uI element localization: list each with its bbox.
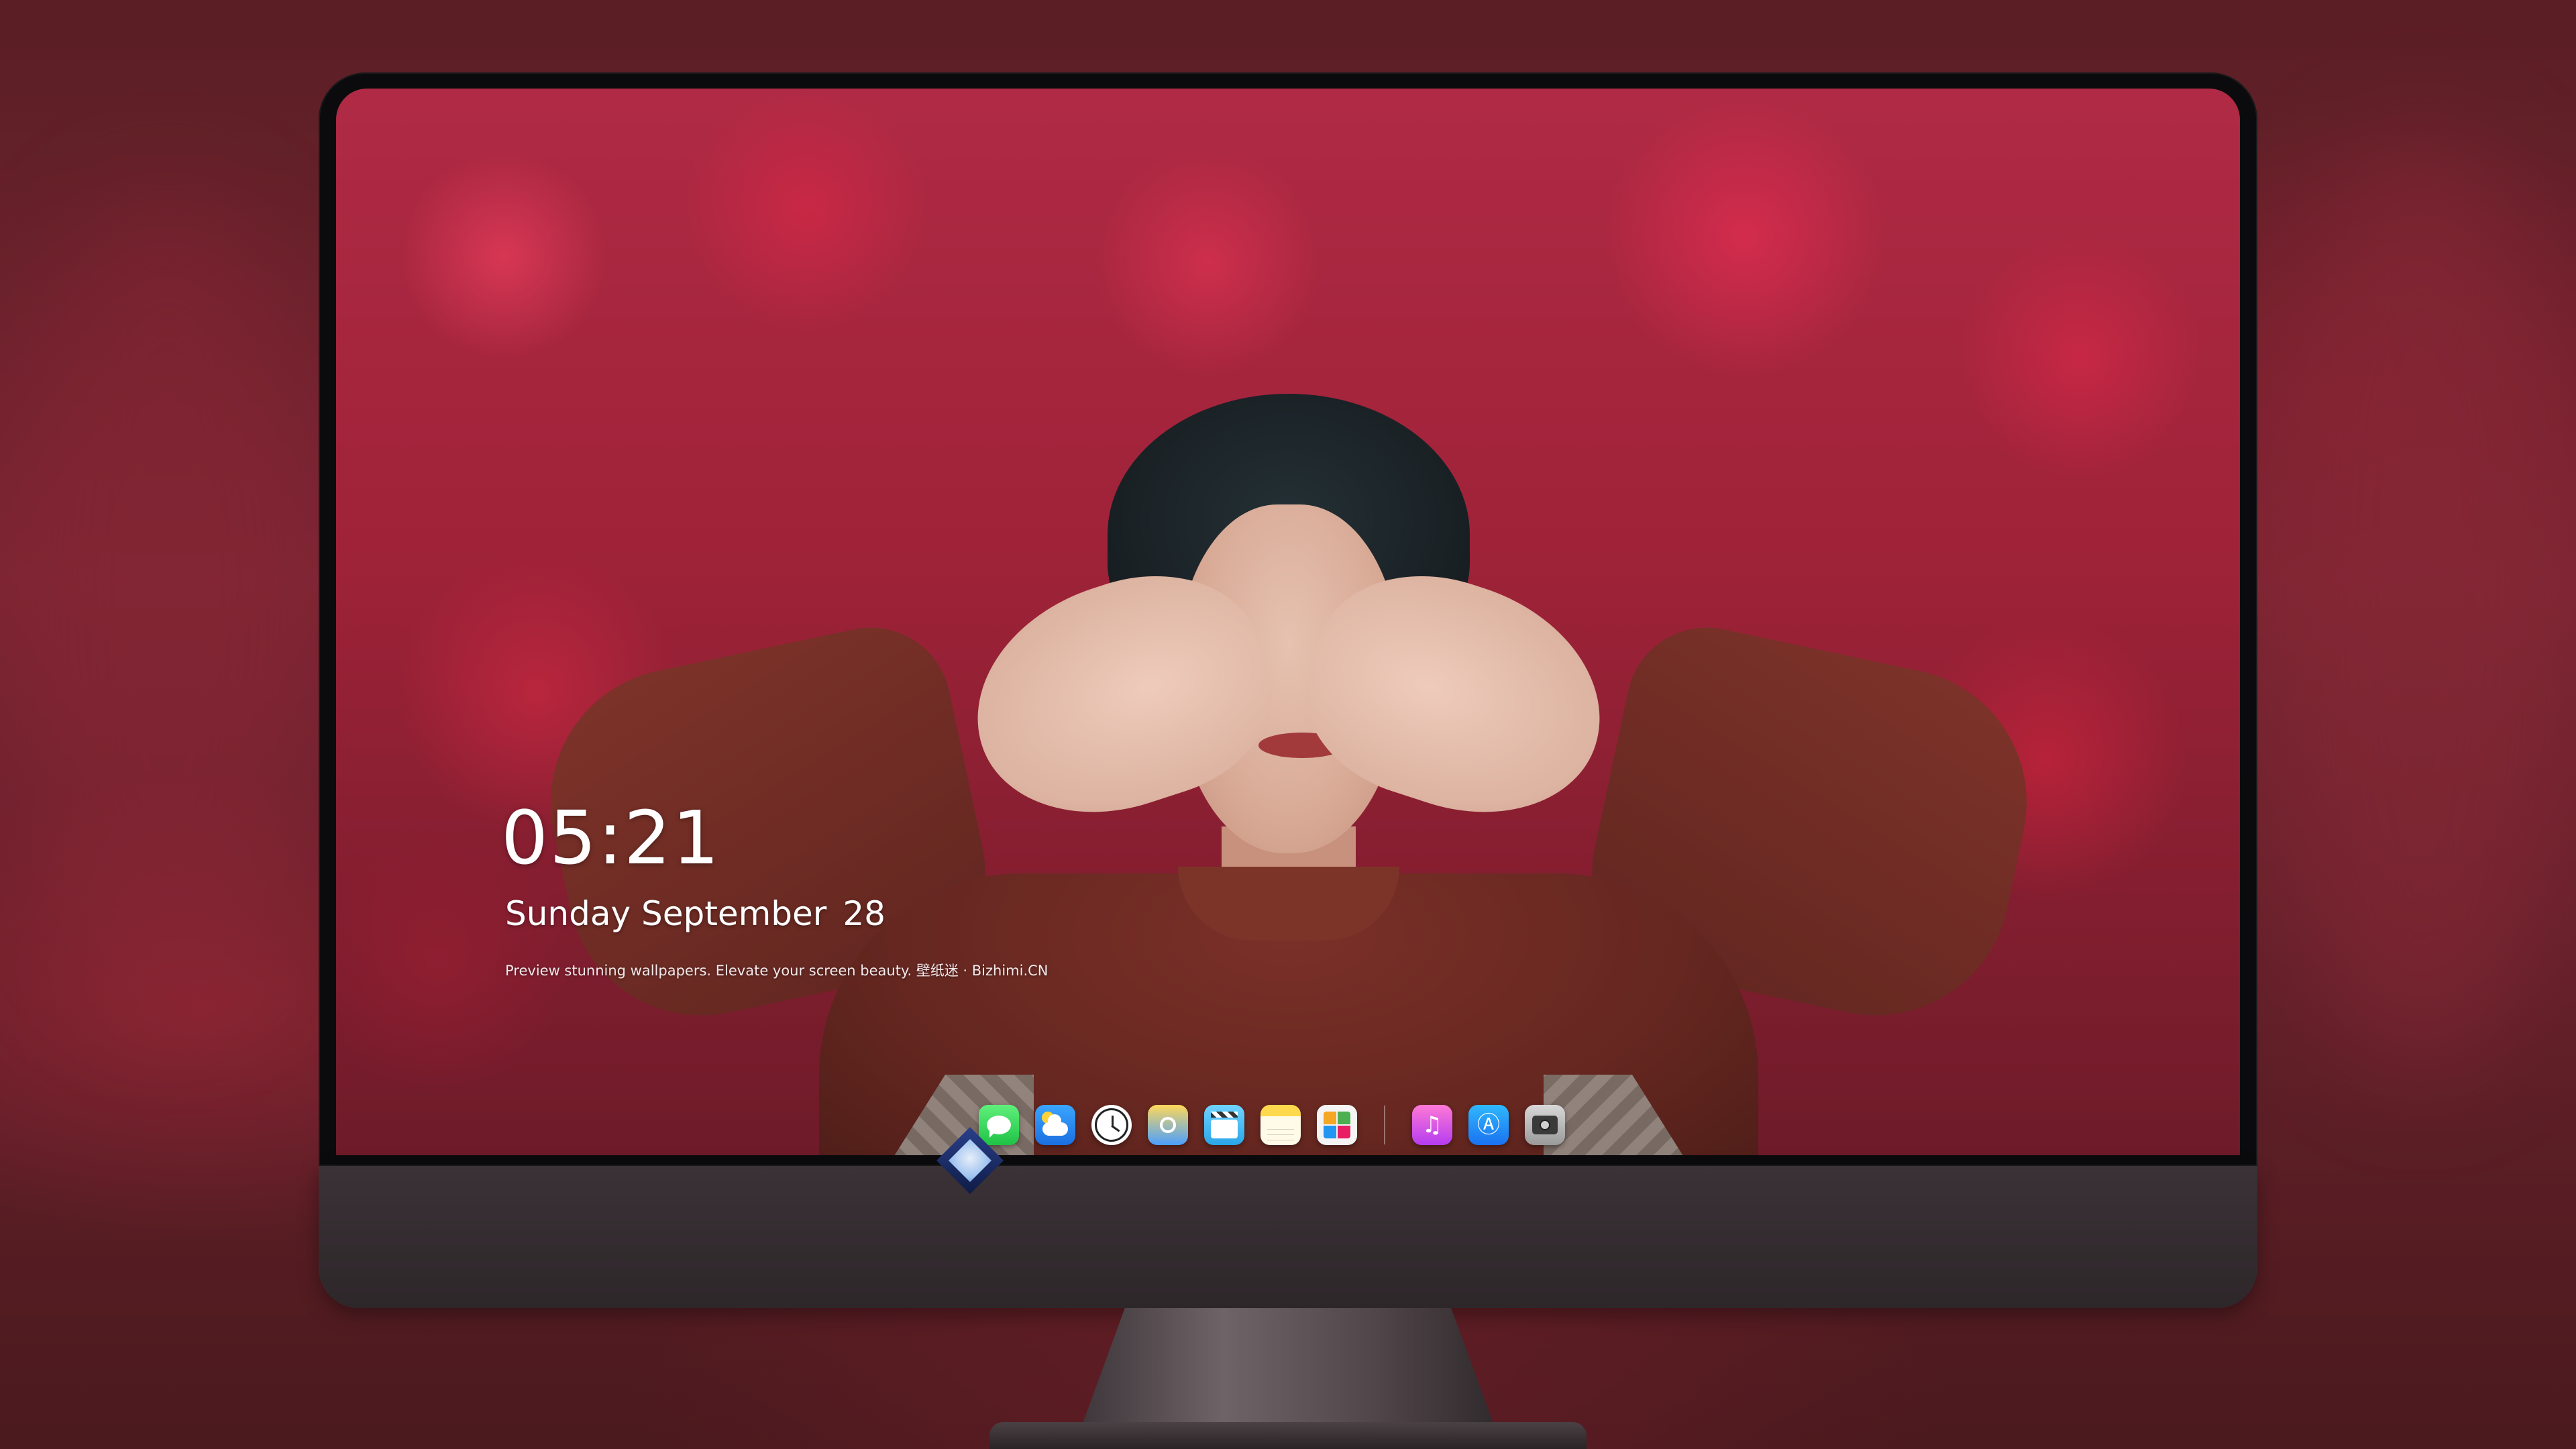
dock-separator — [1384, 1106, 1385, 1144]
screen[interactable]: 05:21 Sunday September 28 Preview stunnin… — [336, 89, 2240, 1155]
notes-icon[interactable] — [1260, 1105, 1301, 1145]
app-store-icon[interactable]: Ⓐ — [1468, 1105, 1509, 1145]
clock-icon[interactable] — [1091, 1105, 1132, 1145]
preview-icon[interactable] — [1148, 1105, 1188, 1145]
dock: ♫ Ⓐ — [979, 1095, 1603, 1155]
weather-icon[interactable] — [1035, 1105, 1075, 1145]
monitor: 05:21 Sunday September 28 Preview stunnin… — [319, 72, 2257, 1308]
backdrop-blur-left — [0, 201, 335, 1006]
lock-tagline: Preview stunning wallpapers. Elevate you… — [505, 963, 1049, 979]
monitor-chin — [319, 1166, 2257, 1308]
photos-icon[interactable] — [1317, 1105, 1357, 1145]
camera-icon[interactable] — [1525, 1105, 1565, 1145]
lock-day: 28 — [843, 894, 885, 933]
monitor-stand-base — [989, 1422, 1587, 1449]
monitor-bezel: 05:21 Sunday September 28 Preview stunnin… — [319, 72, 2257, 1166]
lock-weekday: Sunday — [505, 894, 631, 933]
movie-clapper-icon[interactable] — [1204, 1105, 1244, 1145]
music-icon[interactable]: ♫ — [1412, 1105, 1452, 1145]
lock-date: Sunday September 28 — [505, 897, 885, 930]
lock-month: September — [641, 894, 827, 933]
messages-icon[interactable] — [979, 1105, 1019, 1145]
lock-time: 05:21 — [501, 795, 721, 881]
backdrop-blur-right — [2267, 134, 2576, 1073]
